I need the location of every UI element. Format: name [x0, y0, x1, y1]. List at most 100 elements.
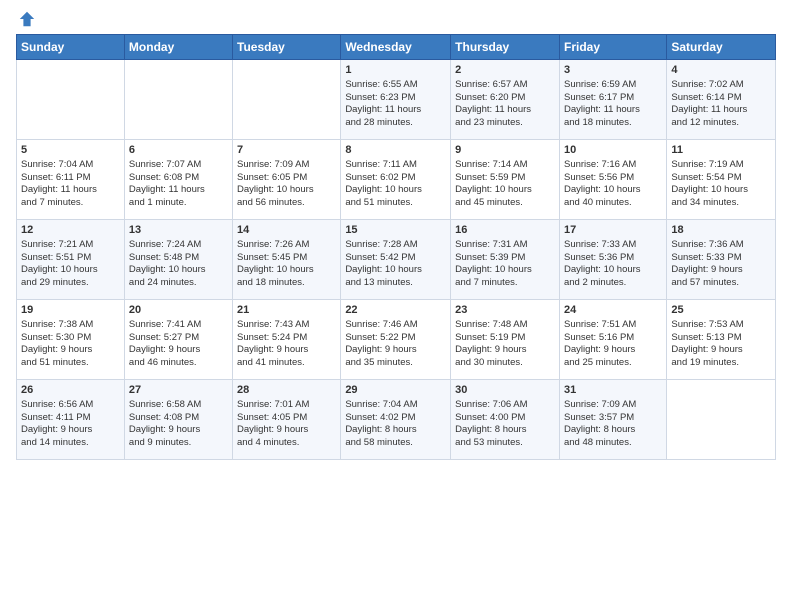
day-number: 24 [564, 303, 662, 318]
calendar-table: SundayMondayTuesdayWednesdayThursdayFrid… [16, 34, 776, 460]
calendar-cell: 15Sunrise: 7:28 AMSunset: 5:42 PMDayligh… [341, 220, 451, 300]
day-info: and 30 minutes. [455, 357, 555, 370]
day-info: and 51 minutes. [21, 357, 120, 370]
day-info: Sunrise: 7:43 AM [237, 319, 336, 332]
day-info: Daylight: 9 hours [237, 424, 336, 437]
day-info: and 53 minutes. [455, 437, 555, 450]
day-info: Daylight: 9 hours [671, 264, 771, 277]
day-info: and 1 minute. [129, 197, 228, 210]
day-info: Sunset: 5:45 PM [237, 252, 336, 265]
calendar-cell: 24Sunrise: 7:51 AMSunset: 5:16 PMDayligh… [559, 300, 666, 380]
day-info: Sunrise: 7:01 AM [237, 399, 336, 412]
day-number: 17 [564, 223, 662, 238]
day-info: Sunrise: 7:14 AM [455, 159, 555, 172]
day-number: 25 [671, 303, 771, 318]
day-info: Sunrise: 7:09 AM [237, 159, 336, 172]
day-number: 20 [129, 303, 228, 318]
day-info: Sunrise: 7:21 AM [21, 239, 120, 252]
day-info: Daylight: 9 hours [564, 344, 662, 357]
day-info: and 7 minutes. [21, 197, 120, 210]
day-info: Sunrise: 7:19 AM [671, 159, 771, 172]
day-info: and 24 minutes. [129, 277, 228, 290]
day-info: Daylight: 10 hours [564, 264, 662, 277]
day-info: Sunrise: 7:36 AM [671, 239, 771, 252]
day-info: and 19 minutes. [671, 357, 771, 370]
day-info: and 51 minutes. [345, 197, 446, 210]
day-number: 27 [129, 383, 228, 398]
day-info: Sunrise: 7:26 AM [237, 239, 336, 252]
day-info: Daylight: 9 hours [21, 344, 120, 357]
day-number: 15 [345, 223, 446, 238]
calendar-cell: 9Sunrise: 7:14 AMSunset: 5:59 PMDaylight… [451, 140, 560, 220]
logo-icon [18, 10, 36, 28]
day-info: Sunset: 5:42 PM [345, 252, 446, 265]
day-number: 22 [345, 303, 446, 318]
day-info: Daylight: 10 hours [21, 264, 120, 277]
day-info: Sunset: 6:11 PM [21, 172, 120, 185]
calendar-cell: 2Sunrise: 6:57 AMSunset: 6:20 PMDaylight… [451, 60, 560, 140]
calendar-cell: 3Sunrise: 6:59 AMSunset: 6:17 PMDaylight… [559, 60, 666, 140]
day-info: Sunset: 5:13 PM [671, 332, 771, 345]
day-info: Sunset: 6:23 PM [345, 92, 446, 105]
day-info: and 14 minutes. [21, 437, 120, 450]
day-info: Daylight: 8 hours [345, 424, 446, 437]
calendar-cell: 31Sunrise: 7:09 AMSunset: 3:57 PMDayligh… [559, 380, 666, 460]
day-info: Sunrise: 6:59 AM [564, 79, 662, 92]
day-info: Daylight: 8 hours [455, 424, 555, 437]
day-number: 14 [237, 223, 336, 238]
day-info: and 56 minutes. [237, 197, 336, 210]
day-info: Sunrise: 7:04 AM [345, 399, 446, 412]
day-info: and 18 minutes. [237, 277, 336, 290]
day-info: Sunset: 5:51 PM [21, 252, 120, 265]
calendar-cell: 5Sunrise: 7:04 AMSunset: 6:11 PMDaylight… [17, 140, 125, 220]
days-header-row: SundayMondayTuesdayWednesdayThursdayFrid… [17, 35, 776, 60]
day-info: Sunset: 5:27 PM [129, 332, 228, 345]
day-info: Sunrise: 7:31 AM [455, 239, 555, 252]
day-info: Sunset: 6:20 PM [455, 92, 555, 105]
day-info: Sunrise: 7:02 AM [671, 79, 771, 92]
calendar-container: SundayMondayTuesdayWednesdayThursdayFrid… [0, 0, 792, 468]
day-info: and 12 minutes. [671, 117, 771, 130]
day-number: 9 [455, 143, 555, 158]
day-number: 18 [671, 223, 771, 238]
calendar-cell: 11Sunrise: 7:19 AMSunset: 5:54 PMDayligh… [667, 140, 776, 220]
calendar-cell: 22Sunrise: 7:46 AMSunset: 5:22 PMDayligh… [341, 300, 451, 380]
day-number: 26 [21, 383, 120, 398]
day-info: Sunrise: 7:38 AM [21, 319, 120, 332]
day-info: and 57 minutes. [671, 277, 771, 290]
calendar-cell: 27Sunrise: 6:58 AMSunset: 4:08 PMDayligh… [124, 380, 232, 460]
day-info: Sunrise: 7:11 AM [345, 159, 446, 172]
day-info: Sunset: 6:14 PM [671, 92, 771, 105]
day-number: 4 [671, 63, 771, 78]
day-info: and 13 minutes. [345, 277, 446, 290]
day-info: and 25 minutes. [564, 357, 662, 370]
calendar-cell: 16Sunrise: 7:31 AMSunset: 5:39 PMDayligh… [451, 220, 560, 300]
logo [16, 10, 36, 28]
day-number: 16 [455, 223, 555, 238]
day-info: Daylight: 10 hours [455, 264, 555, 277]
calendar-cell: 14Sunrise: 7:26 AMSunset: 5:45 PMDayligh… [233, 220, 341, 300]
day-info: Daylight: 11 hours [345, 104, 446, 117]
day-info: Daylight: 10 hours [564, 184, 662, 197]
day-number: 23 [455, 303, 555, 318]
calendar-cell: 7Sunrise: 7:09 AMSunset: 6:05 PMDaylight… [233, 140, 341, 220]
day-info: Sunrise: 7:51 AM [564, 319, 662, 332]
calendar-cell: 21Sunrise: 7:43 AMSunset: 5:24 PMDayligh… [233, 300, 341, 380]
day-info: Sunset: 5:56 PM [564, 172, 662, 185]
day-info: Daylight: 10 hours [345, 184, 446, 197]
calendar-cell: 20Sunrise: 7:41 AMSunset: 5:27 PMDayligh… [124, 300, 232, 380]
day-info: Sunset: 4:08 PM [129, 412, 228, 425]
day-info: and 45 minutes. [455, 197, 555, 210]
day-info: Daylight: 11 hours [671, 104, 771, 117]
day-number: 7 [237, 143, 336, 158]
calendar-cell: 10Sunrise: 7:16 AMSunset: 5:56 PMDayligh… [559, 140, 666, 220]
day-info: Sunset: 6:08 PM [129, 172, 228, 185]
day-number: 3 [564, 63, 662, 78]
day-info: Sunset: 3:57 PM [564, 412, 662, 425]
calendar-cell [17, 60, 125, 140]
day-info: Daylight: 9 hours [345, 344, 446, 357]
calendar-cell: 8Sunrise: 7:11 AMSunset: 6:02 PMDaylight… [341, 140, 451, 220]
day-header-monday: Monday [124, 35, 232, 60]
calendar-cell: 6Sunrise: 7:07 AMSunset: 6:08 PMDaylight… [124, 140, 232, 220]
day-info: Daylight: 9 hours [129, 344, 228, 357]
